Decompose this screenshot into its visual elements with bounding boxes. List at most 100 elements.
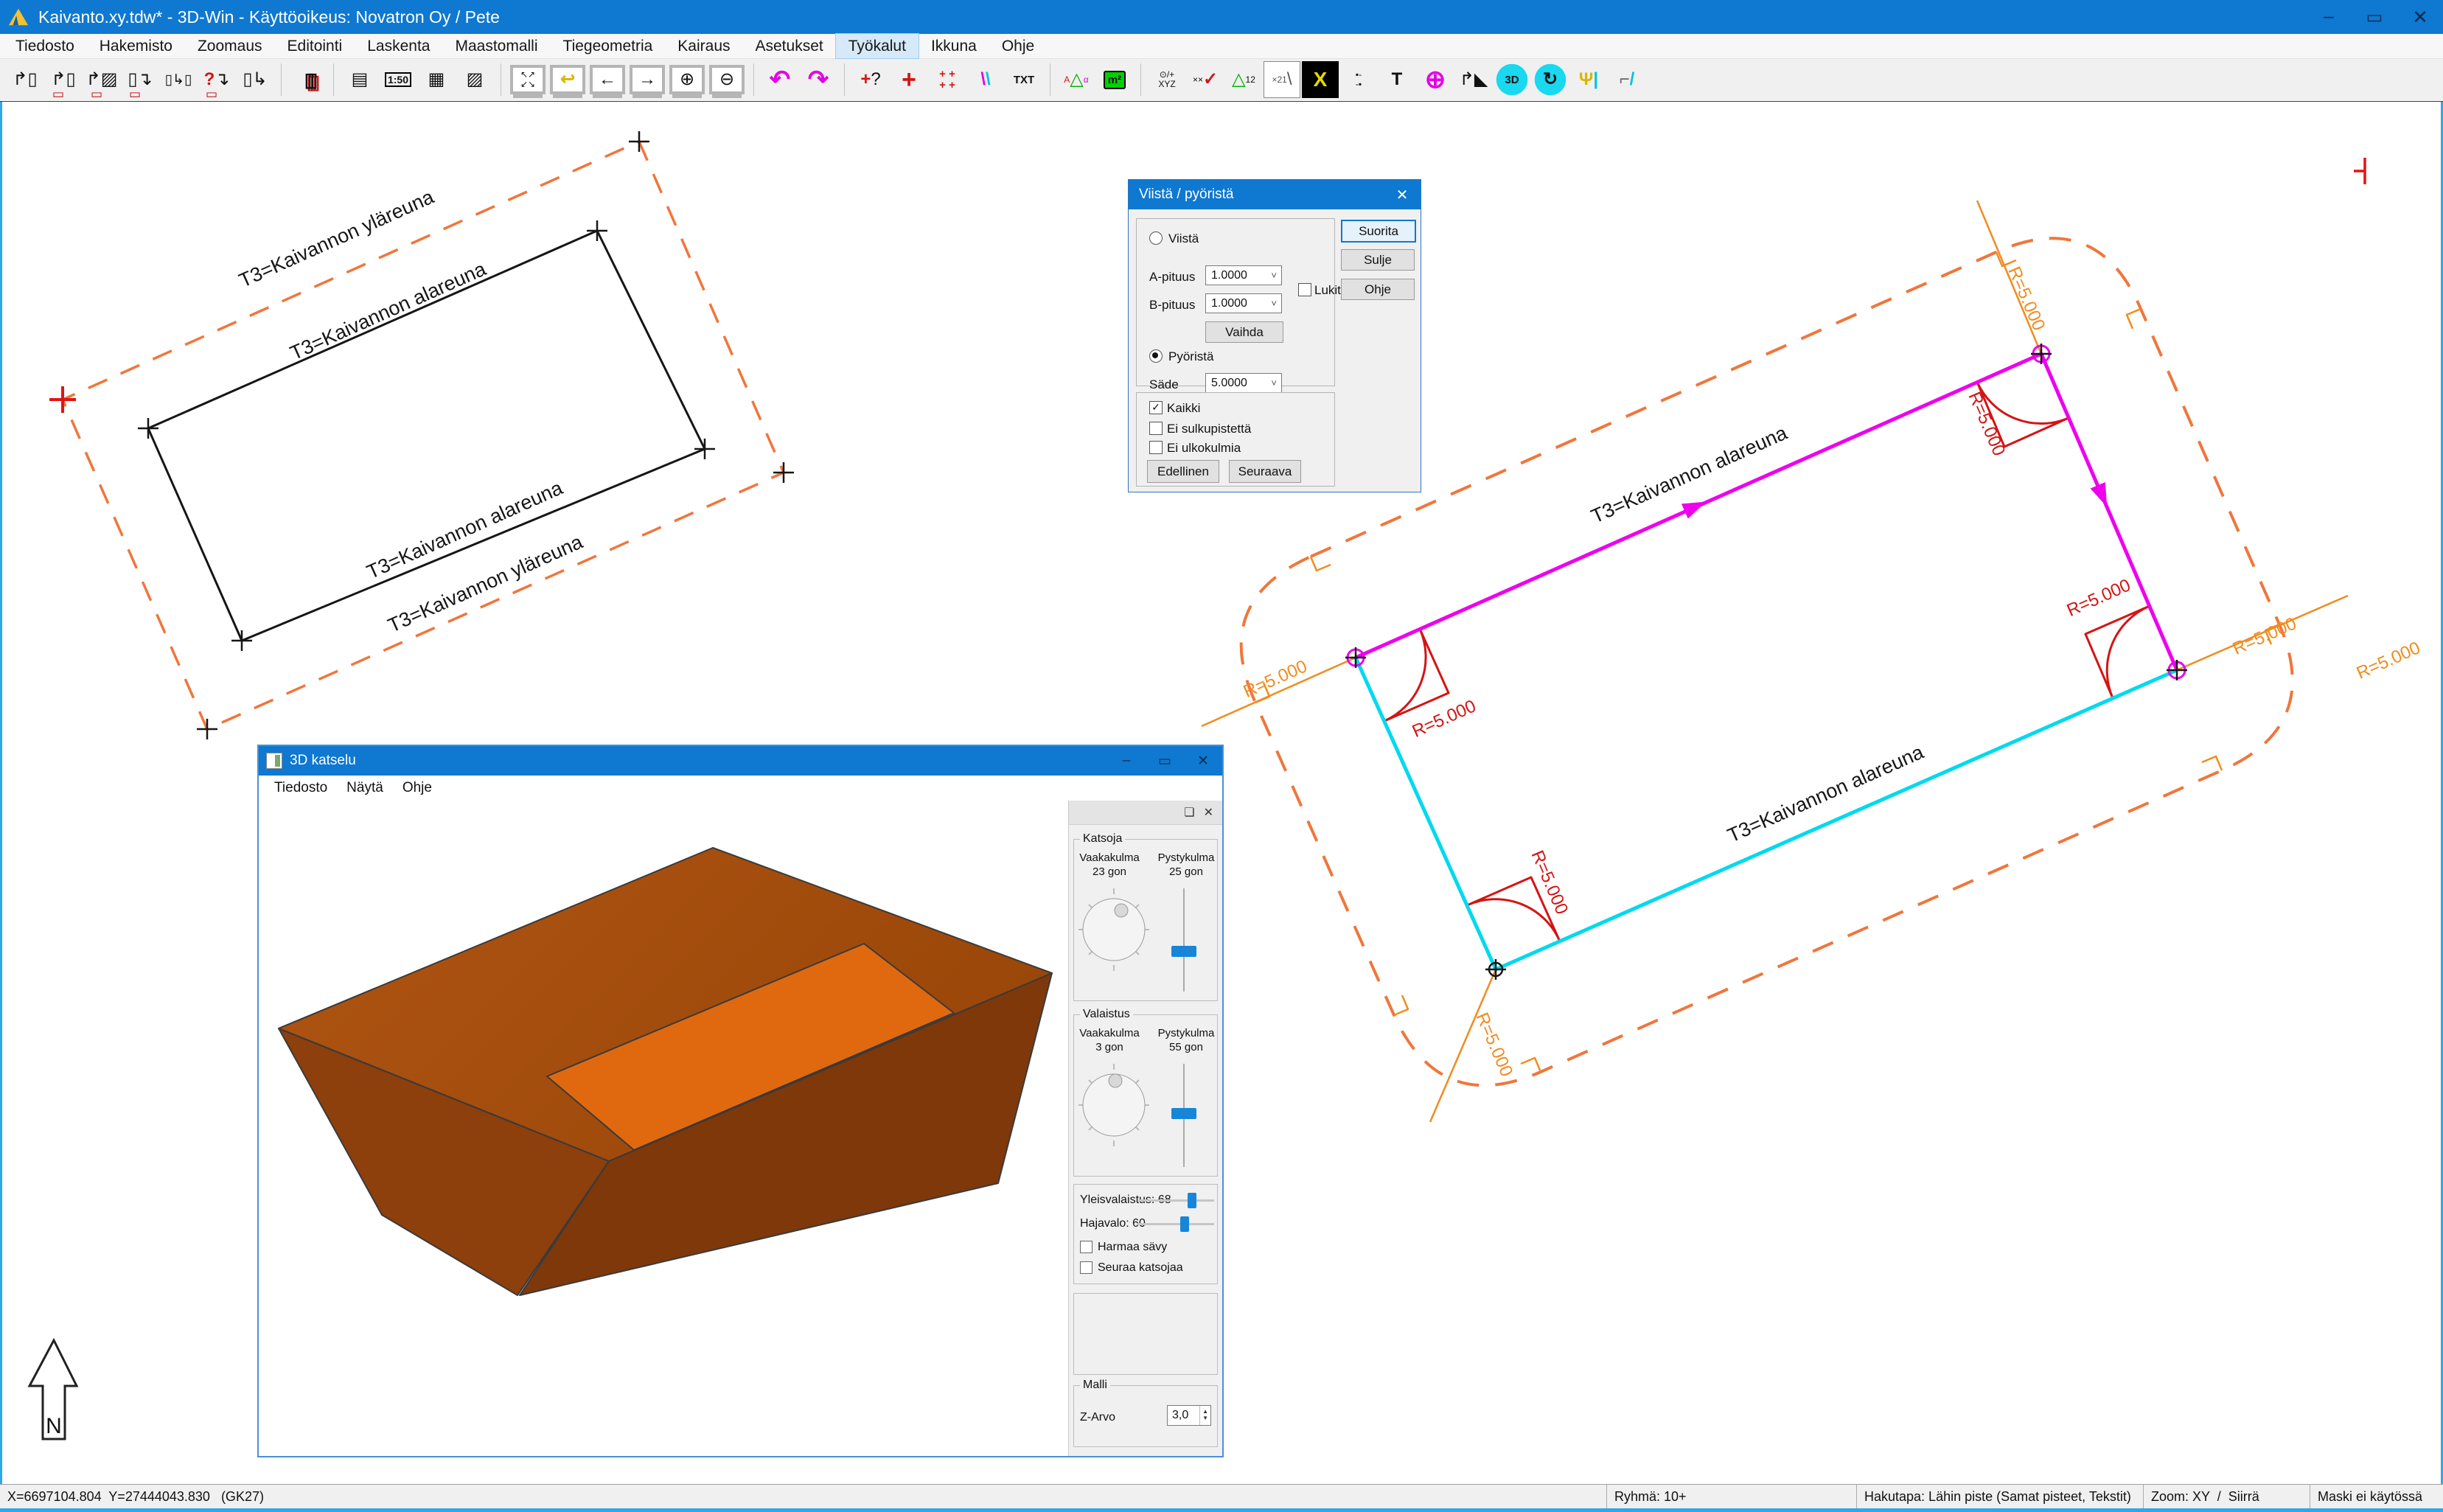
add-line-button[interactable]: \\ bbox=[967, 61, 1004, 98]
menu-item-tiegeometria[interactable]: Tiegeometria bbox=[551, 34, 666, 58]
road-import-button[interactable]: ↱◣ bbox=[1455, 61, 1492, 98]
coords-xyz-button[interactable]: ⊙/+XYZ bbox=[1149, 61, 1185, 98]
seuraava-button[interactable]: Seuraava bbox=[1229, 460, 1301, 483]
ei-sulkupistetta-checkbox[interactable] bbox=[1149, 422, 1163, 435]
tool-wrench-button[interactable]: ⌐/ bbox=[1609, 61, 1645, 98]
print-button[interactable]: ▤ bbox=[341, 61, 378, 98]
viewer3d-menu-item-ohje[interactable]: Ohje bbox=[393, 780, 442, 796]
lukittu-checkbox[interactable] bbox=[1298, 283, 1311, 296]
viewer3d-close-button[interactable]: ✕ bbox=[1184, 746, 1222, 776]
view-left-button[interactable]: ← bbox=[590, 65, 625, 94]
add-points-button[interactable]: + ++ + bbox=[929, 61, 966, 98]
b-pituus-combo[interactable]: 1.0000˅ bbox=[1205, 293, 1282, 313]
yleisvalaistus-slider[interactable] bbox=[1137, 1199, 1214, 1202]
view-3d-button[interactable]: 3D bbox=[1494, 61, 1530, 98]
viewer3d-icon bbox=[266, 753, 282, 769]
vaihda-button[interactable]: Vaihda bbox=[1205, 321, 1283, 343]
view-right-button[interactable]: → bbox=[630, 65, 665, 94]
rotate-3d-button[interactable]: ↻ bbox=[1532, 61, 1569, 98]
check-points-button[interactable]: ××✓ bbox=[1187, 61, 1224, 98]
katsoja-pystykulma-slider[interactable] bbox=[1183, 888, 1185, 992]
minimize-button[interactable]: – bbox=[2306, 0, 2352, 34]
redo-button[interactable]: ↷ bbox=[800, 61, 837, 98]
ohje-button[interactable]: Ohje bbox=[1341, 279, 1415, 300]
import-points-button[interactable]: ↱▨ bbox=[83, 61, 120, 98]
measure-area-button[interactable]: m² bbox=[1096, 61, 1133, 98]
point-info-button[interactable]: +? bbox=[852, 61, 889, 98]
viista-radio[interactable] bbox=[1149, 231, 1163, 245]
menu-item-maastomalli[interactable]: Maastomalli bbox=[442, 34, 550, 58]
open-file-button[interactable]: ↱▯ bbox=[7, 61, 43, 98]
menu-item-zoomaus[interactable]: Zoomaus bbox=[185, 34, 275, 58]
viewer3d-maximize-button[interactable]: ▭ bbox=[1146, 746, 1184, 776]
triangle-model-12-button[interactable]: △12 bbox=[1225, 61, 1262, 98]
a-pituus-label: A-pituus bbox=[1149, 270, 1195, 285]
undo-button[interactable]: ↶ bbox=[762, 61, 798, 98]
edellinen-button[interactable]: Edellinen bbox=[1147, 460, 1219, 483]
export-file-button[interactable]: ▯↳ bbox=[237, 61, 273, 98]
zoom-extents-button[interactable]: ↖↗↙↘ bbox=[510, 65, 546, 94]
print-scale-button[interactable]: 1:50 bbox=[380, 61, 417, 98]
save-file-button[interactable]: ▯↴ bbox=[122, 61, 158, 98]
editor-settings-button[interactable]: ▦ bbox=[418, 61, 455, 98]
menu-item-asetukset[interactable]: Asetukset bbox=[743, 34, 836, 58]
menu-item-hakemisto[interactable]: Hakemisto bbox=[87, 34, 185, 58]
menu-item-ty-kalut[interactable]: Työkalut bbox=[836, 34, 919, 58]
close-panel-icon[interactable]: ✕ bbox=[1204, 805, 1213, 820]
malli-title: Malli bbox=[1080, 1379, 1110, 1392]
viewer3d-menu-item-n-yt-[interactable]: Näytä bbox=[337, 780, 393, 796]
circle-point-button[interactable]: ⊕ bbox=[1417, 61, 1454, 98]
seuraa-katsojaa-checkbox[interactable] bbox=[1080, 1261, 1092, 1274]
measure-angle-button[interactable]: A△α bbox=[1058, 61, 1095, 98]
a-pituus-combo[interactable]: 1.0000˅ bbox=[1205, 265, 1282, 285]
katsoja-h-value: 23 gon bbox=[1092, 865, 1126, 878]
dialog-close-icon[interactable]: ✕ bbox=[1384, 186, 1421, 204]
zoom-previous-button[interactable]: ↩ bbox=[550, 65, 585, 94]
menu-item-editointi[interactable]: Editointi bbox=[275, 34, 355, 58]
menu-bar: TiedostoHakemistoZoomausEditointiLaskent… bbox=[0, 34, 2443, 59]
hajavalo-slider[interactable] bbox=[1137, 1223, 1214, 1225]
dialog-title-bar[interactable]: Viistä / pyöristä ✕ bbox=[1129, 180, 1421, 209]
save-query-button[interactable]: ?↴ bbox=[198, 61, 235, 98]
z-arvo-spinner[interactable]: 3,0 ▲▼ bbox=[1167, 1405, 1211, 1426]
viewer3d-menu-item-tiedosto[interactable]: Tiedosto bbox=[265, 780, 337, 796]
pyorista-radio[interactable] bbox=[1149, 349, 1163, 363]
add-text-button[interactable]: TXT bbox=[1006, 61, 1042, 98]
menu-item-ohje[interactable]: Ohje bbox=[989, 34, 1047, 58]
maximize-button[interactable]: ▭ bbox=[2352, 0, 2397, 34]
status-coordinates: X=6697104.804 Y=27444043.830 (GK27) bbox=[0, 1489, 1606, 1505]
menu-item-tiedosto[interactable]: Tiedosto bbox=[3, 34, 87, 58]
viewer3d-menu-bar: TiedostoNäytäOhje bbox=[259, 776, 1222, 801]
ei-ulkokulmia-checkbox[interactable] bbox=[1149, 441, 1163, 454]
viewer3d-title-bar[interactable]: 3D katselu – ▭ ✕ bbox=[259, 746, 1222, 776]
float-panel-icon[interactable]: ❏ bbox=[1184, 805, 1194, 820]
close-button[interactable]: ✕ bbox=[2397, 0, 2443, 34]
sade-combo[interactable]: 5.0000˅ bbox=[1205, 373, 1282, 393]
zoom-out-button[interactable]: ⊖ bbox=[709, 65, 745, 94]
viewer3d-minimize-button[interactable]: – bbox=[1107, 746, 1146, 776]
viewer3d-viewport[interactable] bbox=[259, 801, 1069, 1456]
line-count-21-button[interactable]: ×21\ bbox=[1264, 61, 1300, 98]
katsoja-v-value: 25 gon bbox=[1169, 865, 1203, 878]
harmaa-savy-checkbox[interactable] bbox=[1080, 1241, 1092, 1253]
open-file-dialog-button[interactable]: ↱▯ bbox=[45, 61, 82, 98]
menu-item-ikkuna[interactable]: Ikkuna bbox=[919, 34, 989, 58]
katsoja-knob[interactable] bbox=[1076, 885, 1152, 974]
valaistus-pystykulma-slider[interactable] bbox=[1183, 1064, 1185, 1167]
polyline-nodes-button[interactable]: ▪--▪ bbox=[1340, 61, 1377, 98]
draw-hatch-button[interactable]: ▨ bbox=[456, 61, 493, 98]
copy-pages-button[interactable]: ▯▯ bbox=[289, 61, 326, 98]
menu-item-laskenta[interactable]: Laskenta bbox=[355, 34, 442, 58]
kaikki-checkbox[interactable] bbox=[1149, 401, 1163, 414]
katsoja-v-label: Pystykulma bbox=[1158, 851, 1215, 864]
sulje-button[interactable]: Sulje bbox=[1341, 249, 1415, 271]
convert-file-button[interactable]: ▯↳▯ bbox=[160, 61, 197, 98]
add-point-button[interactable]: + bbox=[891, 61, 927, 98]
profile-fan-button[interactable]: Ψ| bbox=[1570, 61, 1607, 98]
delete-x-button[interactable]: X bbox=[1302, 61, 1339, 98]
menu-item-kairaus[interactable]: Kairaus bbox=[665, 34, 742, 58]
text-tool-button[interactable]: T bbox=[1379, 61, 1415, 98]
zoom-in-button[interactable]: ⊕ bbox=[669, 65, 705, 94]
valaistus-knob[interactable] bbox=[1076, 1061, 1152, 1149]
suorita-button[interactable]: Suorita bbox=[1341, 220, 1416, 243]
